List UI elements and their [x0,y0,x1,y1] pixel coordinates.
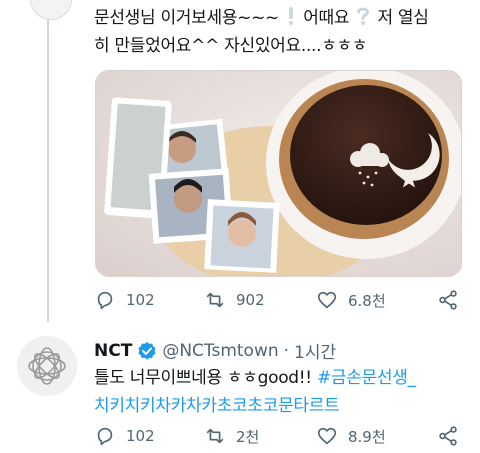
separator-dot: · [283,340,290,361]
tweet2-action-bar: 102 2천 8.9천 [94,425,464,449]
tweet2-text: 틀도 너무이쁘네용 ㅎㅎgood!! #금손문선생_ [94,364,416,392]
share-icon [439,290,457,310]
reply-icon [97,427,113,446]
like-button[interactable]: 8.9천 [316,425,386,447]
like-count: 6.8천 [348,291,386,310]
share-button[interactable] [437,425,459,447]
hashtag-link[interactable]: #금손문선생_ [317,368,416,388]
tweet2-text-prefix: 틀도 너무이쁘네용 ㅎㅎgood!! [94,368,317,388]
reply-button[interactable]: 102 [94,425,155,447]
question-icon [357,6,370,25]
tweet-text-line1: 문선생님 이거보세용~~~ [94,8,279,28]
tweet1-action-bar: 102 902 6.8천 [94,289,464,313]
like-button[interactable]: 6.8천 [316,289,386,311]
nct-logo-icon [17,336,77,396]
tweet-timestamp[interactable]: 1시간 [294,338,336,363]
share-icon [439,426,457,446]
reply-count: 102 [126,291,155,309]
verified-badge-icon [137,341,157,361]
retweet-icon [206,292,224,308]
tweet-text-part: 어때요 [303,8,350,28]
share-button[interactable] [437,289,459,311]
tweet-text-line2: 히 만들었어요^^ 자신있어요....ㅎㅎㅎ [94,36,368,56]
display-name[interactable]: NCT [94,341,132,361]
retweet-count: 902 [236,291,265,309]
reply-button[interactable]: 102 [94,289,155,311]
tweet-text-part: 저 열심 [377,8,429,28]
retweet-icon [206,428,224,444]
reply-count: 102 [126,427,155,445]
tweet-media-photo[interactable] [95,70,462,277]
thread-connector-line [47,0,49,322]
exclamation-icon [287,6,295,25]
retweet-count: 2천 [236,427,260,446]
reply-author-avatar[interactable] [30,0,72,20]
reply-icon [97,291,113,310]
tweet2-header: NCT @NCTsmtown · 1시간 [94,338,336,364]
retweet-button[interactable]: 2천 [204,425,259,447]
user-handle[interactable]: @NCTsmtown [162,341,278,361]
like-count: 8.9천 [348,427,386,446]
like-icon [317,291,337,309]
nct-avatar[interactable] [17,336,77,396]
retweet-button[interactable]: 902 [204,289,265,311]
hashtag-link-continued[interactable]: 치키치키차카차카초코초코문타르트 [94,392,340,420]
tweet-text: 문선생님 이거보세용~~~ 어때요 저 열심 [94,4,429,32]
tart-photo [96,71,461,276]
like-icon [317,427,337,445]
